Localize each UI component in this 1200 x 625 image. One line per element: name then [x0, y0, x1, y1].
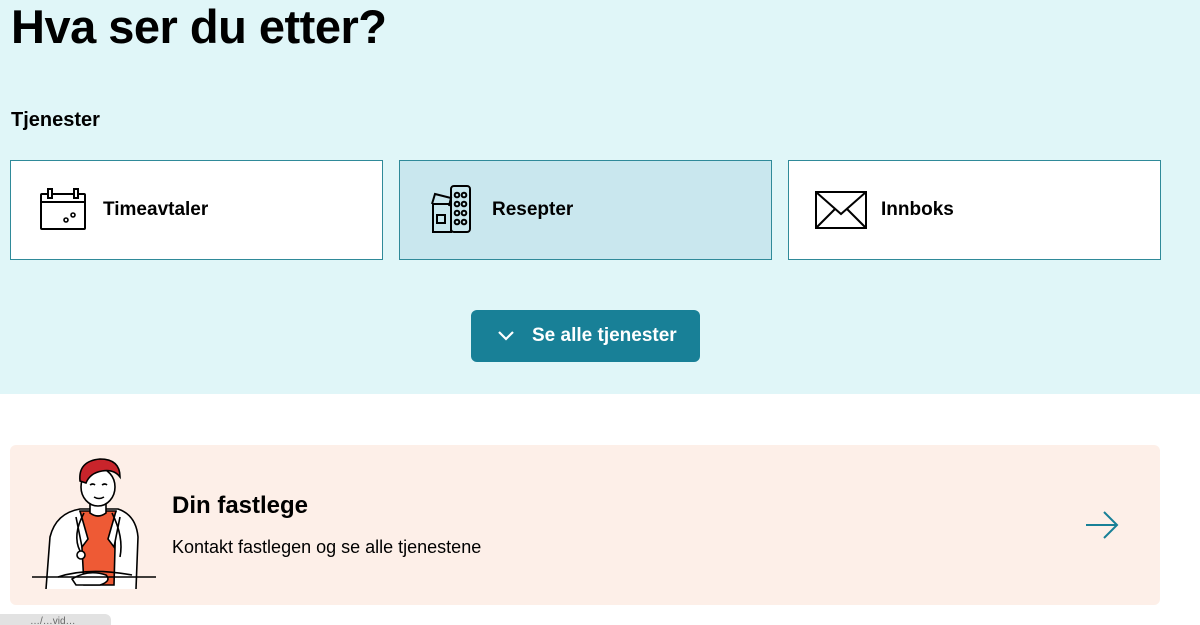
services-section: Hva ser du etter? Tjenester Timeavtaler: [0, 0, 1200, 394]
see-all-services-label: Se alle tjenester: [532, 325, 677, 346]
fastlege-title: Din fastlege: [172, 492, 309, 519]
service-card-timeavtaler[interactable]: Timeavtaler: [10, 160, 383, 260]
service-card-label: Resepter: [492, 199, 574, 220]
service-card-label: Timeavtaler: [103, 199, 209, 220]
fastlege-card[interactable]: Din fastlege Kontakt fastlegen og se all…: [10, 445, 1160, 605]
service-card-resepter[interactable]: Resepter: [399, 160, 772, 260]
fastlege-subtitle: Kontakt fastlegen og se alle tjenestene: [172, 537, 482, 557]
envelope-icon: [813, 185, 869, 235]
calendar-icon: [35, 185, 91, 235]
services-label: Tjenester: [11, 109, 100, 131]
arrow-right-icon[interactable]: [1084, 509, 1120, 541]
service-card-innboks[interactable]: Innboks: [788, 160, 1161, 260]
page-heading: Hva ser du etter?: [11, 0, 387, 53]
chevron-down-icon: [497, 327, 515, 345]
prescription-pills-icon: [424, 185, 480, 235]
status-url-tab: …/…vid…: [0, 614, 111, 625]
service-card-label: Innboks: [881, 199, 954, 220]
see-all-services-button[interactable]: Se alle tjenester: [471, 310, 700, 362]
doctor-illustration: [28, 457, 158, 597]
